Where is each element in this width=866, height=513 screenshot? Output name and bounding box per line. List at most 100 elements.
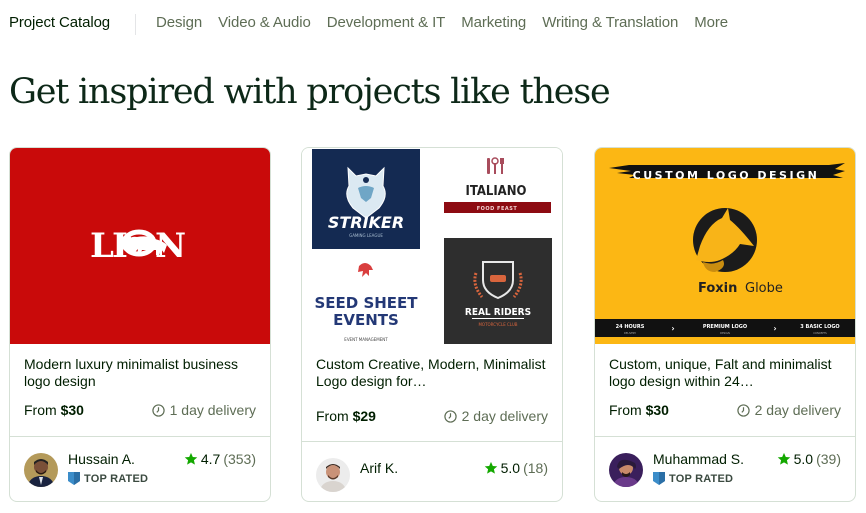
price-prefix: From	[609, 402, 642, 418]
review-count: (353)	[223, 451, 256, 467]
top-rated-label: TOP RATED	[84, 472, 149, 485]
top-nav: Project Catalog Design Video & Audio Dev…	[0, 0, 866, 46]
rating-value: 5.0	[793, 451, 814, 467]
rating: 5.0 (18)	[484, 460, 548, 476]
price-row: From $30 1 day delivery	[24, 402, 256, 418]
star-icon	[484, 461, 497, 474]
delivery-time: 2 day delivery	[443, 408, 548, 424]
price-row: From $30 2 day delivery	[609, 402, 841, 418]
svg-text:EVENT MANAGEMENT: EVENT MANAGEMENT	[344, 337, 388, 342]
nav-item-video-audio[interactable]: Video & Audio	[218, 14, 311, 31]
price-value: $29	[352, 408, 376, 424]
italiano-logo: ITALIANO FOOD FEAST	[444, 157, 551, 213]
rating-value: 4.7	[200, 451, 221, 467]
card-body: Custom, unique, Falt and minimalist logo…	[595, 344, 855, 436]
star-icon	[184, 452, 198, 465]
project-title[interactable]: Modern luxury minimalist business logo d…	[24, 356, 256, 390]
real-riders-logo: REAL RIDERS MOTORCYCLE CLUB	[444, 238, 552, 344]
step-label: PREMIUM LOGO	[703, 324, 747, 330]
brand-light: Globe	[745, 281, 783, 296]
nav-item-more[interactable]: More	[694, 14, 728, 31]
step-label: 24 HOURS	[616, 324, 645, 330]
seed-sheet-events-logo: SEED SHEET EVENTS EVENT MANAGEMENT	[314, 263, 418, 342]
card-body: Custom Creative, Modern, Minimalist Logo…	[302, 344, 562, 436]
nav-item-development-it[interactable]: Development & IT	[327, 14, 446, 31]
seller-name[interactable]: Hussain A.	[68, 451, 135, 467]
svg-text:ITALIANO: ITALIANO	[466, 184, 527, 199]
top-rated-badge: TOP RATED	[653, 472, 733, 485]
price: From $29	[316, 408, 376, 424]
seller-name[interactable]: Arif K.	[360, 460, 398, 476]
project-card[interactable]: CUSTOM LOGO DESIGN Foxin Globe 24 HOURS …	[594, 147, 856, 502]
rating-value: 5.0	[500, 460, 521, 476]
price-prefix: From	[316, 408, 349, 424]
svg-text:L: L	[90, 226, 114, 266]
lion-logo-image: L I N	[90, 226, 186, 266]
svg-text:STRIKER: STRIKER	[328, 213, 404, 232]
rating: 4.7 (353)	[184, 451, 256, 467]
svg-text:GAMING LEAGUE: GAMING LEAGUE	[349, 233, 383, 238]
clock-icon	[443, 409, 457, 423]
top-rated-shield-icon	[653, 472, 665, 485]
price-value: $30	[645, 402, 669, 418]
review-count: (39)	[816, 451, 841, 467]
nav-divider	[135, 14, 136, 35]
top-rated-badge: TOP RATED	[68, 472, 148, 485]
seller-info: Hussain A. TOP RATED 4.7 (353)	[10, 437, 270, 501]
step-label: 3 BASIC LOGO	[800, 324, 839, 330]
striker-logo: STRIKER GAMING LEAGUE	[312, 149, 420, 249]
step-sub: DELIVERY	[624, 331, 637, 335]
delivery-text: 2 day delivery	[461, 408, 548, 424]
svg-text:REAL RIDERS: REAL RIDERS	[465, 307, 531, 318]
logo-collage-image: STRIKER GAMING LEAGUE ITALIANO FOOD FEAS…	[312, 149, 552, 344]
rating: 5.0 (39)	[777, 451, 841, 467]
seller-info: Muhammad S. TOP RATED 5.0 (39)	[595, 437, 855, 501]
price-row: From $29 2 day delivery	[316, 408, 548, 424]
price-value: $30	[60, 402, 84, 418]
page-headline: Get inspired with projects like these	[9, 72, 611, 112]
svg-text:›: ›	[671, 324, 674, 333]
star-icon	[777, 452, 790, 465]
foxin-globe-logo-image: CUSTOM LOGO DESIGN Foxin Globe 24 HOURS …	[595, 163, 855, 337]
project-thumbnail[interactable]: L I N	[10, 148, 270, 344]
nav-item-writing-translation[interactable]: Writing & Translation	[542, 14, 678, 31]
step-sub: CONCEPTS	[813, 331, 827, 335]
top-rated-shield-icon	[68, 472, 80, 485]
price: From $30	[24, 402, 84, 418]
nav-item-design[interactable]: Design	[156, 14, 202, 31]
seller-avatar[interactable]	[24, 453, 58, 487]
nav-item-marketing[interactable]: Marketing	[461, 14, 526, 31]
fox-emblem	[693, 208, 757, 272]
svg-text:SEED SHEET: SEED SHEET	[314, 294, 418, 312]
clock-icon	[151, 403, 165, 417]
project-card[interactable]: L I N Modern luxury minimalist business …	[9, 147, 271, 502]
project-thumbnail[interactable]: CUSTOM LOGO DESIGN Foxin Globe 24 HOURS …	[595, 148, 855, 344]
delivery-time: 2 day delivery	[736, 402, 841, 418]
svg-text:›: ›	[773, 324, 776, 333]
seller-avatar[interactable]	[609, 453, 643, 487]
delivery-time: 1 day delivery	[151, 402, 256, 418]
clock-icon	[736, 403, 750, 417]
project-title[interactable]: Custom, unique, Falt and minimalist logo…	[609, 356, 841, 390]
svg-text:EVENTS: EVENTS	[333, 311, 399, 329]
step-sub: DESIGN	[720, 331, 730, 335]
top-rated-label: TOP RATED	[669, 472, 734, 485]
card-body: Modern luxury minimalist business logo d…	[10, 344, 270, 436]
banner-text: CUSTOM LOGO DESIGN	[633, 169, 820, 182]
price: From $30	[609, 402, 669, 418]
delivery-text: 2 day delivery	[754, 402, 841, 418]
brand-bold: Foxin	[698, 281, 737, 296]
seller-name[interactable]: Muhammad S.	[653, 451, 744, 467]
seller-info: Arif K. 5.0 (18)	[302, 442, 562, 501]
svg-text:MOTORCYCLE CLUB: MOTORCYCLE CLUB	[478, 322, 517, 327]
category-nav: Design Video & Audio Development & IT Ma…	[156, 14, 744, 31]
svg-text:FOOD FEAST: FOOD FEAST	[477, 206, 518, 212]
project-title[interactable]: Custom Creative, Modern, Minimalist Logo…	[316, 356, 548, 390]
project-catalog-link[interactable]: Project Catalog	[9, 14, 110, 31]
price-prefix: From	[24, 402, 57, 418]
review-count: (18)	[523, 460, 548, 476]
project-thumbnail[interactable]: STRIKER GAMING LEAGUE ITALIANO FOOD FEAS…	[302, 148, 562, 344]
seller-avatar[interactable]	[316, 458, 350, 492]
project-card[interactable]: STRIKER GAMING LEAGUE ITALIANO FOOD FEAS…	[301, 147, 563, 502]
delivery-text: 1 day delivery	[169, 402, 256, 418]
